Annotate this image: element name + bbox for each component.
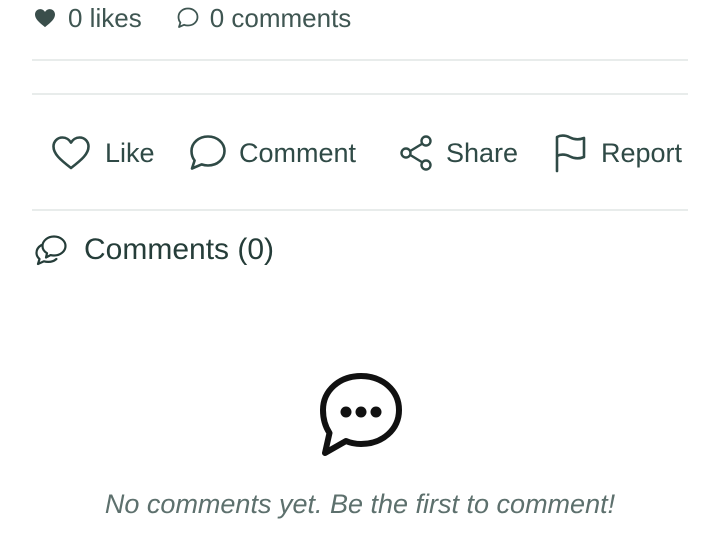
chat-bubble-icon <box>177 7 199 28</box>
action-bar: Like Comment Share Report <box>32 130 688 176</box>
divider <box>32 209 688 211</box>
report-button-label: Report <box>601 137 683 168</box>
chat-bubble-icon <box>190 135 226 170</box>
share-icon <box>400 135 432 171</box>
heart-filled-icon <box>35 9 55 28</box>
likes-count[interactable]: 0 likes <box>34 3 142 34</box>
share-button-label: Share <box>446 137 519 168</box>
chat-dots-icon <box>320 373 402 456</box>
comments-header: Comments (0) <box>34 228 274 272</box>
comment-button-label: Comment <box>239 137 357 168</box>
empty-comments-message: No comments yet. Be the first to comment… <box>104 489 616 519</box>
report-button[interactable]: Report <box>553 130 682 176</box>
comment-button[interactable]: Comment <box>188 130 356 176</box>
divider <box>32 93 688 95</box>
comments-count[interactable]: 0 comments <box>176 2 352 34</box>
comments-title: Comments (0) <box>84 233 275 266</box>
share-button[interactable]: Share <box>398 130 518 176</box>
like-button[interactable]: Like <box>51 130 155 176</box>
likes-count-label: 0 likes <box>68 2 142 33</box>
heart-outline-icon <box>52 136 90 170</box>
post-stats: 0 likes 0 comments <box>34 0 351 36</box>
flag-icon <box>555 134 586 173</box>
divider <box>32 59 688 61</box>
comments-count-label: 0 comments <box>209 2 352 33</box>
comments-icon <box>35 235 67 266</box>
like-button-label: Like <box>105 137 155 168</box>
